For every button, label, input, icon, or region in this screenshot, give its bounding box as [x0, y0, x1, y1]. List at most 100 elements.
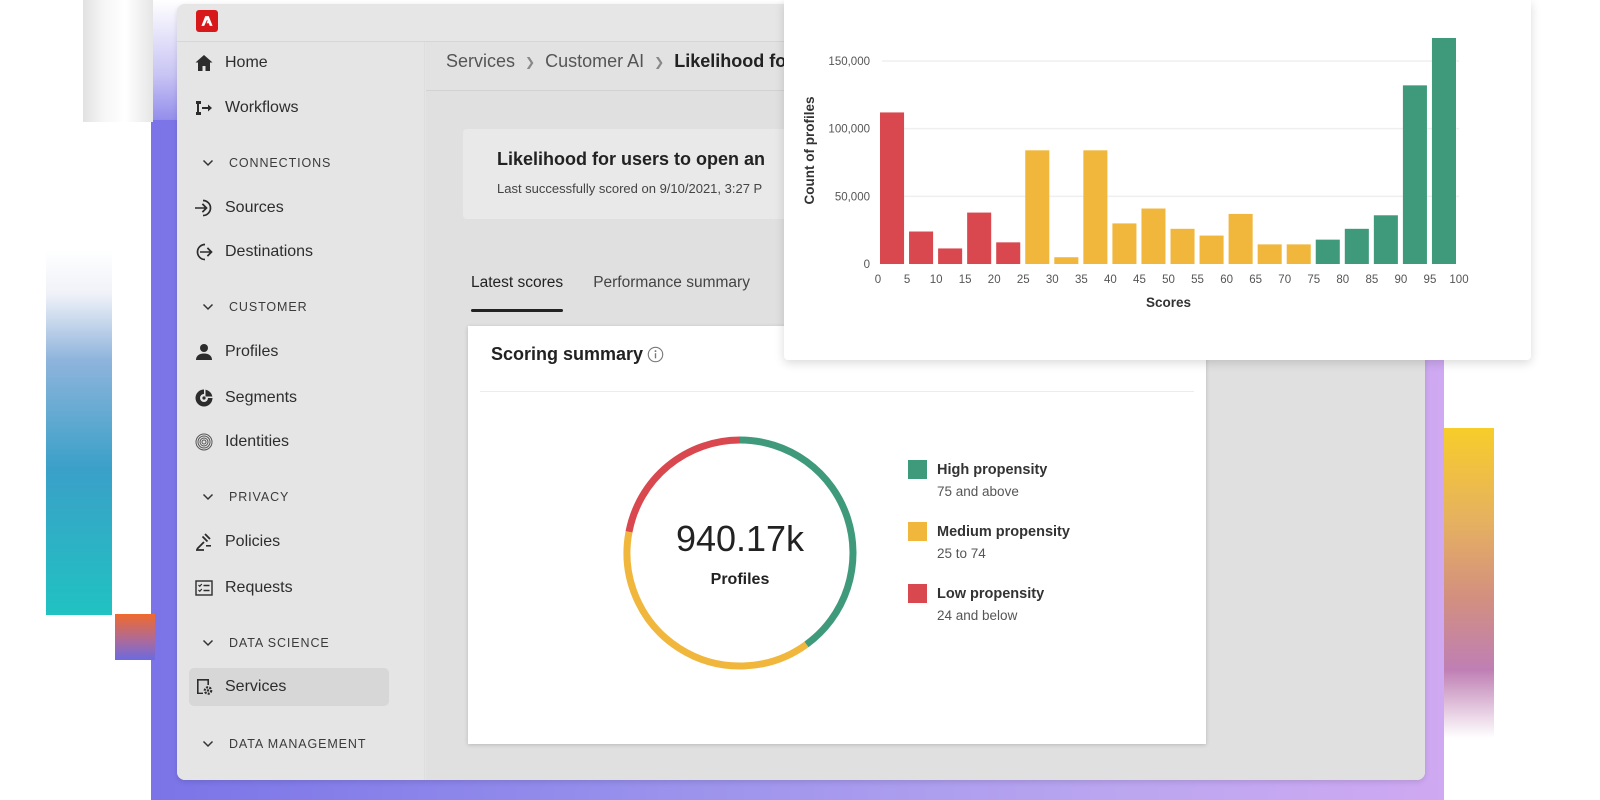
legend-range: 24 and below — [937, 608, 1018, 623]
histogram-bar[interactable] — [1402, 85, 1427, 264]
sidebar-item-identities[interactable]: Identities — [189, 423, 389, 461]
breadcrumb-current: Likelihood fo — [674, 51, 787, 71]
chevron-down-icon[interactable] — [201, 156, 215, 170]
info-icon[interactable] — [647, 346, 664, 363]
services-gear-icon — [193, 676, 215, 698]
background-decor-block — [83, 0, 153, 122]
home-icon — [193, 52, 215, 74]
histogram-bar[interactable] — [1431, 37, 1456, 264]
y-tick-label: 0 — [864, 259, 870, 271]
nav-section-label: DATA MANAGEMENT — [229, 737, 367, 751]
sidebar-nav: Home Workflows CONNECTIONS Sources Destinati… — [177, 42, 425, 780]
histogram-bar[interactable] — [909, 231, 934, 264]
tabs: Latest scores Performance summary — [471, 266, 780, 312]
stage: Home Workflows CONNECTIONS Sources Destinati… — [0, 0, 1600, 800]
nav-section-data-science[interactable]: DATA SCIENCE — [201, 633, 330, 653]
sidebar-item-label: Segments — [225, 389, 298, 406]
sidebar-item-destinations[interactable]: Destinations — [189, 233, 389, 271]
score-histogram: 0 50,000 100,000 150,000 0 5 10 15 20 25 30 35 40 45 5… — [802, 37, 1469, 310]
histogram-bar[interactable] — [1373, 215, 1398, 264]
scoring-summary-title: Scoring summary — [491, 344, 644, 364]
histogram-bar[interactable] — [938, 248, 963, 264]
score-distribution-card: 0 50,000 100,000 150,000 0 5 10 15 20 25 30 35 40 45 5… — [784, 0, 1531, 360]
model-title: Likelihood for users to open an — [497, 149, 766, 169]
histogram-bar[interactable] — [1257, 244, 1282, 264]
nav-section-label: PRIVACY — [229, 490, 290, 504]
y-tick-label: 100,000 — [828, 124, 870, 136]
y-tick-label: 150,000 — [828, 56, 870, 68]
histogram-bar[interactable] — [1344, 228, 1369, 264]
histogram-bar[interactable] — [1199, 235, 1224, 264]
chevron-down-icon[interactable] — [201, 737, 215, 751]
legend-name: High propensity — [937, 462, 1048, 478]
x-tick-label: 85 — [1365, 274, 1378, 286]
total-profiles-label: Profiles — [710, 571, 770, 588]
nav-section-data-management[interactable]: DATA MANAGEMENT — [201, 734, 366, 754]
x-tick-label: 35 — [1075, 274, 1088, 286]
tab-performance-summary[interactable]: Performance summary — [593, 266, 750, 312]
x-tick-label: 45 — [1133, 274, 1146, 286]
x-tick-label: 30 — [1046, 274, 1059, 286]
destinations-icon — [193, 241, 215, 263]
histogram-bar[interactable] — [1228, 213, 1253, 264]
sidebar-item-label: Policies — [225, 533, 281, 550]
chevron-down-icon[interactable] — [201, 490, 215, 504]
histogram-bar[interactable] — [1025, 150, 1050, 264]
nav-section-connections[interactable]: CONNECTIONS — [201, 153, 331, 173]
sources-icon — [193, 197, 215, 219]
adobe-logo-icon[interactable] — [196, 10, 218, 32]
legend-swatch-medium — [908, 522, 927, 541]
scoring-summary-card: Scoring summary 940.17k Profiles High pr… — [468, 326, 1206, 744]
sidebar-item-policies[interactable]: Policies — [189, 523, 389, 561]
sidebar-item-segments[interactable]: Segments — [189, 379, 389, 417]
sidebar-item-workflows[interactable]: Workflows — [189, 89, 389, 127]
chevron-down-icon[interactable] — [201, 636, 215, 650]
nav-section-privacy[interactable]: PRIVACY — [201, 487, 289, 507]
histogram-bar[interactable] — [996, 242, 1021, 264]
histogram-bar[interactable] — [1141, 208, 1166, 264]
histogram-bar[interactable] — [967, 212, 992, 264]
histogram-bar[interactable] — [880, 112, 905, 264]
histogram-bar[interactable] — [1083, 150, 1108, 264]
tab-latest-scores[interactable]: Latest scores — [471, 266, 564, 312]
breadcrumb-services[interactable]: Services — [446, 51, 515, 72]
scoring-summary-heading: Scoring summary — [491, 344, 664, 365]
y-tick-label: 50,000 — [835, 191, 870, 203]
legend-range: 75 and above — [937, 484, 1019, 499]
sidebar-item-label: Home — [225, 54, 268, 71]
sidebar-item-label: Profiles — [225, 343, 279, 360]
fingerprint-icon — [193, 431, 215, 453]
background-decor-cyan — [46, 250, 112, 615]
x-tick-label: 80 — [1336, 274, 1349, 286]
y-axis-title: Count of profiles — [802, 97, 817, 205]
x-tick-label: 20 — [988, 274, 1001, 286]
divider — [480, 391, 1194, 392]
legend-name: Medium propensity — [937, 524, 1070, 540]
histogram-bar[interactable] — [1170, 228, 1195, 264]
x-tick-label: 60 — [1220, 274, 1233, 286]
x-tick-label: 15 — [959, 274, 972, 286]
histogram-bar[interactable] — [1286, 244, 1311, 264]
sidebar-item-services[interactable]: Services — [189, 668, 389, 706]
legend-name: Low propensity — [937, 586, 1045, 602]
breadcrumb-chevron-icon: ❯ — [654, 54, 665, 69]
sidebar-item-profiles[interactable]: Profiles — [189, 333, 389, 371]
total-profiles-value: 940.17k — [675, 518, 805, 559]
x-tick-label: 100 — [1449, 274, 1468, 286]
nav-section-customer[interactable]: CUSTOMER — [201, 297, 308, 317]
sidebar-item-label: Services — [225, 678, 287, 695]
sidebar-item-requests[interactable]: Requests — [189, 569, 389, 607]
sidebar-item-home[interactable]: Home — [189, 44, 389, 82]
x-tick-label: 90 — [1395, 274, 1408, 286]
nav-section-label: CONNECTIONS — [229, 156, 332, 170]
histogram-bar[interactable] — [1112, 223, 1137, 264]
breadcrumb-customer-ai[interactable]: Customer AI — [545, 51, 644, 72]
histogram-bar[interactable] — [1054, 257, 1079, 264]
histogram-bar[interactable] — [1315, 239, 1340, 264]
breadcrumb-chevron-icon: ❯ — [525, 54, 536, 69]
chevron-down-icon[interactable] — [201, 300, 215, 314]
workflows-icon — [193, 97, 215, 119]
x-axis-title: Scores — [1146, 295, 1191, 310]
sidebar-item-sources[interactable]: Sources — [189, 189, 389, 227]
legend-swatch-low — [908, 584, 927, 603]
